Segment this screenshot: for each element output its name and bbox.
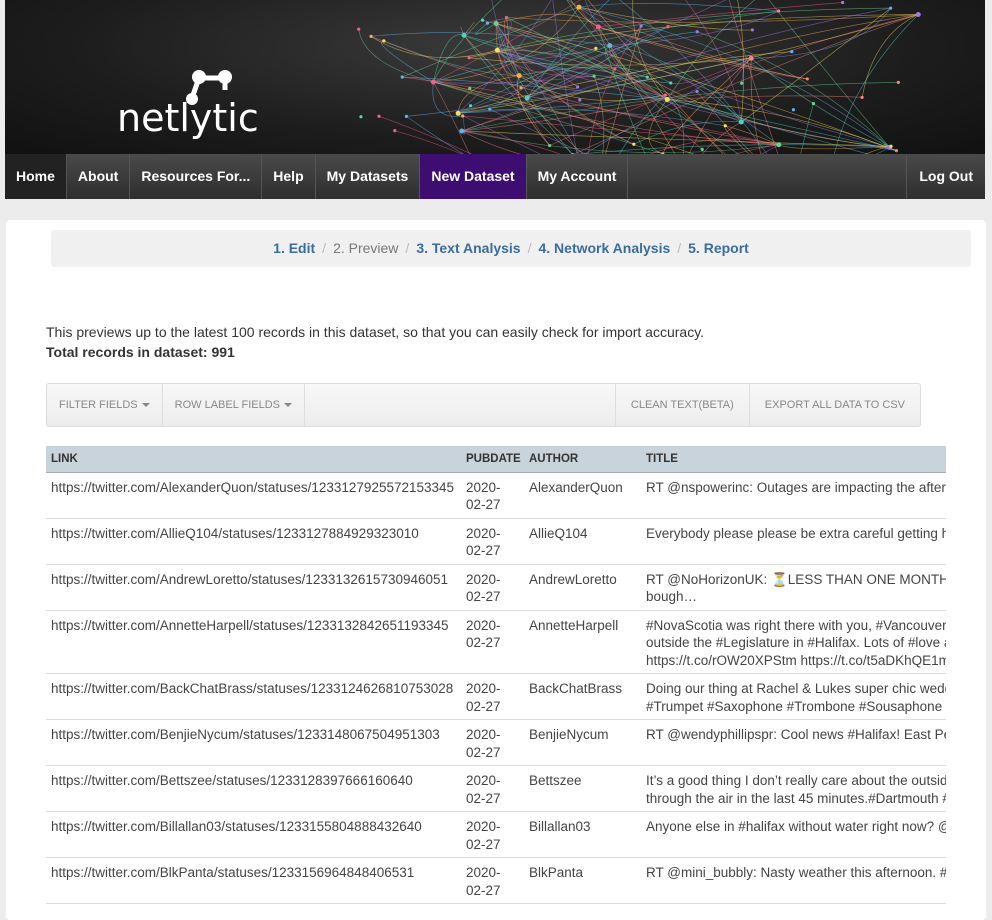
cell-title: It’s a good thing I don’t really care ab…: [641, 765, 946, 812]
nav-help[interactable]: Help: [262, 154, 316, 199]
cell-title: RT @NoHorizonUK: ⏳LESS THAN ONE MONTH TO…: [641, 564, 946, 611]
caret-down-icon: [284, 403, 292, 408]
table-row[interactable]: https://twitter.com/BackChatBrass/status…: [46, 673, 946, 720]
cell-author: Bettszee: [524, 765, 641, 812]
cell-author: BackChatBrass: [524, 673, 641, 720]
cell-title: #NovaScotia was right there with you, #V…: [641, 610, 946, 674]
step-separator: /: [527, 240, 532, 256]
nav-resources[interactable]: Resources For...: [130, 154, 263, 199]
step-separator: /: [677, 240, 682, 256]
records-table-container[interactable]: LINK PUBDATE AUTHOR TITLE https://twitte…: [46, 446, 946, 906]
intro-text: This previews up to the latest 100 recor…: [46, 324, 705, 340]
cell-title: Everybody please please be extra careful…: [641, 518, 946, 565]
cell-link: https://twitter.com/AllieQ104/statuses/1…: [46, 518, 461, 565]
cell-title: RT @wendyphillipspr: Cool news #Halifax!…: [641, 719, 946, 766]
cell-title: Anyone else in #halifax without water ri…: [641, 811, 946, 858]
step-separator: /: [405, 240, 410, 256]
header-pubdate[interactable]: PUBDATE: [461, 446, 524, 473]
records-table: LINK PUBDATE AUTHOR TITLE https://twitte…: [46, 446, 946, 904]
cell-author: AllieQ104: [524, 518, 641, 565]
nav-my-account[interactable]: My Account: [527, 154, 629, 199]
step-preview: 2. Preview: [333, 240, 399, 256]
netlytic-logo[interactable]: netlytic: [117, 68, 267, 140]
cell-title: Doing our thing at Rachel & Lukes super …: [641, 673, 946, 720]
header-title[interactable]: TITLE: [641, 446, 946, 473]
cell-link: https://twitter.com/Billallan03/statuses…: [46, 811, 461, 858]
cell-author: AndrewLoretto: [524, 564, 641, 611]
step-network-analysis[interactable]: 4. Network Analysis: [538, 240, 670, 256]
cell-link: https://twitter.com/BackChatBrass/status…: [46, 673, 461, 720]
main-panel: 1. Edit / 2. Preview / 3. Text Analysis / 4. N…: [6, 220, 986, 920]
cell-author: AlexanderQuon: [524, 472, 641, 519]
caret-down-icon: [141, 403, 150, 408]
cell-pubdate: 2020-02-27: [461, 673, 524, 720]
nav-home[interactable]: Home: [5, 154, 67, 199]
total-records: Total records in dataset: 991: [46, 344, 235, 360]
row-label-fields-dropdown[interactable]: ROW LABEL FIELDS: [163, 384, 305, 426]
wizard-steps: 1. Edit / 2. Preview / 3. Text Analysis / 4. N…: [51, 230, 971, 267]
table-toolbar: FILTER FIELDS ROW LABEL FIELDS CLEAN TEX…: [46, 383, 921, 427]
cell-title: RT @nspowerinc: Outages are impacting th…: [641, 472, 946, 519]
header-author[interactable]: AUTHOR: [524, 446, 641, 473]
filter-fields-dropdown[interactable]: FILTER FIELDS: [47, 384, 163, 426]
step-separator: /: [322, 240, 327, 256]
step-report[interactable]: 5. Report: [688, 240, 749, 256]
nav-new-dataset[interactable]: New Dataset: [420, 154, 527, 199]
nav-about[interactable]: About: [67, 154, 131, 199]
cell-link: https://twitter.com/BenjieNycum/statuses…: [46, 719, 461, 766]
step-edit[interactable]: 1. Edit: [273, 240, 315, 256]
cell-author: AnnetteHarpell: [524, 610, 641, 674]
header-link[interactable]: LINK: [46, 446, 461, 473]
cell-author: BenjieNycum: [524, 719, 641, 766]
cell-pubdate: 2020-02-27: [461, 719, 524, 766]
filter-fields-label: FILTER FIELDS: [59, 399, 138, 411]
table-row[interactable]: https://twitter.com/AnnetteHarpell/statu…: [46, 610, 946, 674]
step-text-analysis[interactable]: 3. Text Analysis: [416, 240, 520, 256]
clean-text-button[interactable]: CLEAN TEXT(BETA): [616, 384, 750, 426]
row-label-fields-label: ROW LABEL FIELDS: [174, 399, 280, 411]
logo-text: netlytic: [117, 96, 259, 140]
preview-intro: This previews up to the latest 100 recor…: [46, 322, 704, 362]
cell-link: https://twitter.com/AnnetteHarpell/statu…: [46, 610, 461, 674]
cell-link: https://twitter.com/Bettszee/statuses/12…: [46, 765, 461, 812]
toolbar-spacer: [305, 384, 616, 426]
main-navbar: Home About Resources For... Help My Data…: [5, 154, 985, 199]
nav-log-out[interactable]: Log Out: [906, 154, 985, 199]
table-row[interactable]: https://twitter.com/AndrewLoretto/status…: [46, 564, 946, 611]
nav-my-datasets[interactable]: My Datasets: [316, 154, 421, 199]
cell-author: Billallan03: [524, 811, 641, 858]
cell-link: https://twitter.com/AndrewLoretto/status…: [46, 564, 461, 611]
cell-pubdate: 2020-02-27: [461, 610, 524, 674]
table-row[interactable]: https://twitter.com/AlexanderQuon/status…: [46, 472, 946, 519]
table-row[interactable]: https://twitter.com/BenjieNycum/statuses…: [46, 719, 946, 766]
cell-pubdate: 2020-02-27: [461, 564, 524, 611]
table-row[interactable]: https://twitter.com/Bettszee/statuses/12…: [46, 765, 946, 812]
cell-pubdate: 2020-02-27: [461, 518, 524, 565]
cell-pubdate: 2020-02-27: [461, 765, 524, 812]
table-header-row: LINK PUBDATE AUTHOR TITLE: [46, 446, 946, 473]
export-csv-button[interactable]: EXPORT ALL DATA TO CSV: [750, 384, 920, 426]
table-row[interactable]: https://twitter.com/AllieQ104/statuses/1…: [46, 518, 946, 565]
cell-pubdate: 2020-02-27: [461, 472, 524, 519]
cell-link: https://twitter.com/AlexanderQuon/status…: [46, 472, 461, 519]
header-banner: netlytic: [5, 0, 985, 154]
cell-pubdate: 2020-02-27: [461, 811, 524, 858]
table-row[interactable]: https://twitter.com/Billallan03/statuses…: [46, 811, 946, 858]
